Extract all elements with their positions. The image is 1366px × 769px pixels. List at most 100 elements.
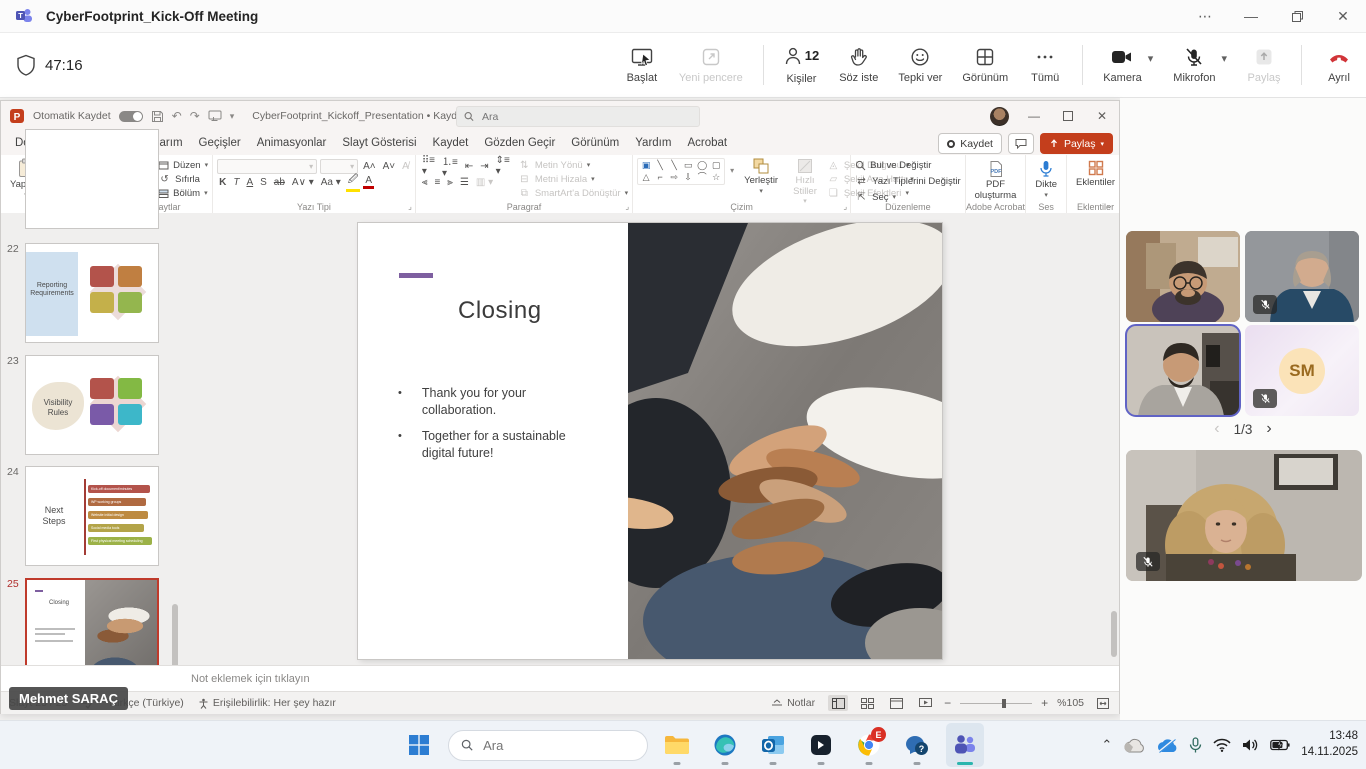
zoom-out-button[interactable]: − <box>944 696 951 710</box>
slide-bullet-list[interactable]: • Thank you for your collaboration. • To… <box>398 385 588 471</box>
accessibility-indicator[interactable]: Erişilebilirlik: Her şey hazır <box>198 697 336 709</box>
convert-smartart-button[interactable]: ⧉ SmartArt'a Dönüştür ▾ <box>518 187 628 200</box>
shape-triangle-icon[interactable]: △ <box>641 172 651 183</box>
shape-textbox-icon[interactable]: ▣ <box>641 160 651 171</box>
file-explorer-icon[interactable] <box>658 723 696 767</box>
qat-customize-chevron[interactable]: ▾ <box>230 111 235 122</box>
slideshow-view-button[interactable] <box>915 695 935 711</box>
share-button[interactable]: Paylaş <box>1247 47 1281 84</box>
leave-button[interactable]: Ayrıl <box>1322 47 1356 84</box>
thumbnail-slide-21-partial[interactable] <box>25 129 159 229</box>
tray-expand-chevron[interactable]: ⌃ <box>1101 737 1112 753</box>
save-icon[interactable] <box>151 110 164 123</box>
dev-app-icon[interactable] <box>802 723 840 767</box>
quick-styles-button[interactable]: Hızlı Stiller▾ <box>788 158 822 206</box>
justify-button[interactable]: ☰ <box>458 177 471 188</box>
clear-formatting-button[interactable]: A̸ <box>400 161 411 172</box>
comments-button[interactable] <box>1008 133 1034 154</box>
get-help-icon[interactable]: ? <box>898 723 936 767</box>
grow-font-button[interactable]: A˄ <box>361 161 378 172</box>
volume-icon[interactable] <box>1242 738 1259 752</box>
people-button[interactable]: 12 Kişiler <box>784 46 819 85</box>
onedrive-personal-icon[interactable] <box>1123 738 1145 753</box>
pagination-next-chevron[interactable]: › <box>1266 420 1271 438</box>
shape-line-icon[interactable]: ╲ <box>655 160 665 171</box>
editor-scrollbar[interactable] <box>1110 213 1118 665</box>
shape-arrow-down-icon[interactable]: ⇩ <box>683 172 693 183</box>
tab-gozden-gecir[interactable]: Gözden Geçir <box>476 133 563 155</box>
undo-icon[interactable]: ↶ <box>172 109 182 123</box>
section-button[interactable]: Bölüm ▾ <box>158 187 208 200</box>
tab-slayt-gosterisi[interactable]: Slayt Gösterisi <box>334 133 424 155</box>
thumbnail-slide-23[interactable]: Visibility Rules <box>25 355 159 455</box>
indent-button[interactable]: ⇥ <box>478 161 490 172</box>
shape-oval-icon[interactable]: ◯ <box>697 160 707 171</box>
battery-icon[interactable] <box>1270 739 1290 751</box>
create-pdf-button[interactable]: PDF PDF oluşturma <box>970 158 1022 203</box>
bullet-list-button[interactable]: ⠿≡ ▾ <box>420 155 437 177</box>
numbered-list-button[interactable]: ⒈≡ ▾ <box>440 153 460 179</box>
text-direction-button[interactable]: ⇅ Metin Yönü ▾ <box>518 159 628 172</box>
window-more-button[interactable]: ⋯ <box>1182 0 1228 32</box>
addins-button[interactable]: Eklentiler <box>1071 158 1120 191</box>
arrange-button[interactable]: Yerleştir▾ <box>739 158 783 196</box>
paragraph-dialog-launcher[interactable]: ⌟ <box>625 202 629 211</box>
tab-gorunum[interactable]: Görünüm <box>563 133 627 155</box>
align-left-button[interactable]: ⫷ <box>420 177 430 188</box>
account-avatar[interactable] <box>990 107 1009 126</box>
font-color-button[interactable]: A <box>363 175 374 189</box>
notes-bar[interactable]: Not eklemek için tıklayın <box>1 665 1119 692</box>
zoom-slider-thumb[interactable] <box>1002 699 1006 708</box>
fit-slide-to-window-button[interactable] <box>1093 695 1113 711</box>
participant-video-4-initials[interactable]: SM <box>1245 325 1359 416</box>
reset-button[interactable]: ↺ Sıfırla <box>158 173 208 186</box>
tab-yardim[interactable]: Yardım <box>627 133 679 155</box>
ppt-close-button[interactable]: ✕ <box>1085 101 1119 131</box>
tab-kaydet[interactable]: Kaydet <box>425 133 477 155</box>
line-spacing-button[interactable]: ⇕≡ ▾ <box>494 155 512 177</box>
raise-hand-button[interactable]: Söz iste <box>839 47 878 84</box>
mic-button[interactable]: Mikrofon <box>1173 47 1215 84</box>
reading-view-button[interactable] <box>886 695 906 711</box>
replace-fonts-button[interactable]: ⇄ Yazı Tiplerini Değiştir <box>855 175 961 188</box>
edge-browser-icon[interactable] <box>706 723 744 767</box>
thumbnail-slide-25-selected[interactable]: Closing <box>25 578 159 678</box>
taskbar-search-box[interactable] <box>448 730 648 761</box>
thumbnail-slide-24[interactable]: Next Steps Kick-off document/minutes WP … <box>25 466 159 566</box>
strikethrough-button[interactable]: ab <box>272 177 287 188</box>
participant-video-3-active-speaker[interactable] <box>1126 325 1240 416</box>
onedrive-paused-icon[interactable] <box>1156 738 1178 753</box>
tab-gecisler[interactable]: Geçişler <box>191 133 249 155</box>
zoom-level[interactable]: %105 <box>1057 697 1084 709</box>
ppt-share-button[interactable]: Paylaş▾ <box>1040 133 1113 154</box>
ppt-minimize-button[interactable]: — <box>1017 101 1051 131</box>
drawing-dialog-launcher[interactable]: ⌟ <box>843 202 847 211</box>
find-replace-button[interactable]: Bul ve Değiştir <box>855 159 961 172</box>
shape-gallery-more[interactable]: ▾ <box>730 166 734 175</box>
layout-button[interactable]: Düzen ▾ <box>158 159 208 172</box>
thumbnail-slide-22[interactable]: Reporting Requirements <box>25 243 159 343</box>
start-presenting-button[interactable]: Başlat <box>625 47 659 84</box>
react-button[interactable]: Tepki ver <box>898 47 942 84</box>
slide-sorter-view-button[interactable] <box>857 695 877 711</box>
wifi-icon[interactable] <box>1213 738 1231 752</box>
tab-animasyonlar[interactable]: Animasyonlar <box>249 133 335 155</box>
shape-gallery[interactable]: ▣ ╲ ╲ ▭ ◯ ▢ △ ⌐ ⇨ ⇩ ⌒ <box>637 158 725 185</box>
slide-title[interactable]: Closing <box>458 297 542 325</box>
participant-video-2[interactable] <box>1245 231 1359 322</box>
align-center-button[interactable]: ≡ <box>432 177 442 188</box>
shape-arrow-right-icon[interactable]: ⇨ <box>669 172 679 183</box>
camera-button[interactable]: Kamera <box>1103 47 1142 84</box>
normal-view-button[interactable] <box>828 695 848 711</box>
camera-options-chevron[interactable]: ▾ <box>1148 52 1154 65</box>
ppt-search-input[interactable] <box>480 110 692 124</box>
shape-curve-icon[interactable]: ⌒ <box>697 172 707 183</box>
change-case-button[interactable]: Aa ▾ <box>319 177 343 188</box>
shadow-button[interactable]: S <box>258 177 269 188</box>
collapse-ribbon-chevron[interactable]: ⌄ <box>1105 200 1113 211</box>
shape-elbow-icon[interactable]: ⌐ <box>655 172 665 183</box>
slide-canvas[interactable]: Closing • Thank you for your collaborati… <box>358 223 942 659</box>
window-restore-button[interactable] <box>1274 0 1320 32</box>
font-dialog-launcher[interactable]: ⌟ <box>408 202 412 211</box>
start-slideshow-icon[interactable] <box>208 110 222 122</box>
